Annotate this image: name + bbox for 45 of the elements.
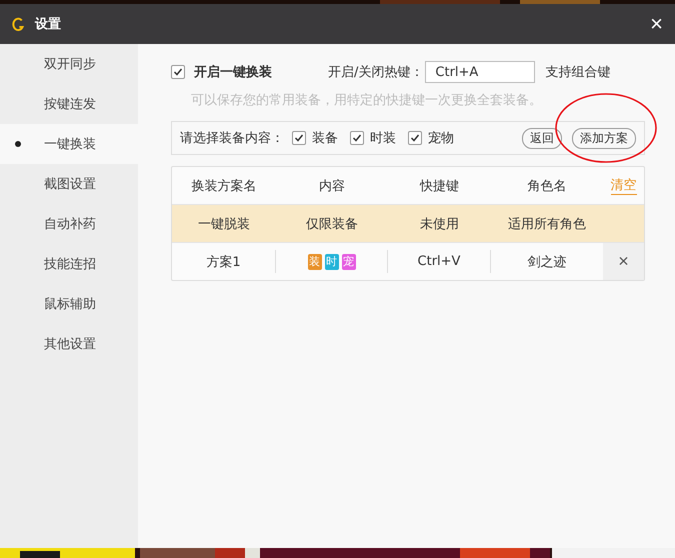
delete-button[interactable]: × [603, 243, 644, 280]
picker-label: 请选择装备内容： [180, 130, 284, 147]
content-tag: 装 [308, 254, 322, 270]
logo-icon [12, 16, 25, 32]
table-cell-text: 一键脱装 [197, 216, 251, 234]
option-label: 时装 [370, 130, 396, 147]
checkbox[interactable] [171, 65, 185, 79]
table-cell-text: 剑之迹 [526, 254, 568, 272]
enable-label: 开启一键换装 [194, 64, 272, 81]
hotkey-field[interactable]: Ctrl+A [425, 61, 536, 83]
checkbox[interactable] [292, 131, 306, 145]
table-cell-text: 仅限装备 [305, 216, 359, 234]
hint-text: 可以保存您的常用装备，用特定的快捷键一次更换全套装备。 [191, 92, 543, 110]
window-title: 设置 [35, 16, 61, 33]
sidebar-item[interactable]: 双开同步 [0, 44, 138, 84]
sidebar-item[interactable]: 技能连招 [0, 244, 138, 284]
content-tag: 时 [324, 254, 338, 270]
sidebar-item[interactable]: 按键连发 [0, 84, 138, 124]
check-icon [293, 132, 305, 144]
check-icon [409, 132, 421, 144]
checkbox[interactable] [408, 131, 422, 145]
hotkey-note: 支持组合键 [545, 64, 610, 81]
option-label: 宠物 [428, 130, 454, 147]
option-label: 装备 [312, 130, 338, 147]
pill-button[interactable]: 返回 [522, 128, 562, 148]
column-header: 快捷键 [418, 178, 460, 196]
content-tag: 宠 [342, 254, 356, 270]
column-header: 换装方案名 [190, 178, 258, 196]
check-icon [351, 132, 363, 144]
sidebar-item[interactable]: 截图设置 [0, 164, 138, 204]
column-header: 角色名 [526, 178, 568, 196]
column-header: 内容 [318, 178, 346, 196]
table-cell: 方案1 [172, 250, 276, 273]
checkbox[interactable] [350, 131, 364, 145]
table-cell-text: 未使用 [419, 216, 460, 234]
sidebar-item[interactable]: 自动补药 [0, 204, 138, 244]
table-cell-text: 适用所有角色 [507, 216, 587, 234]
hotkey-label: 开启/关闭热键： [328, 64, 424, 81]
sidebar-item[interactable]: 一键换装 [0, 124, 138, 164]
table-cell: Ctrl+V [388, 250, 491, 273]
check-icon [172, 66, 184, 78]
sidebar-item[interactable]: 其他设置 [0, 324, 138, 364]
close-button[interactable]: × [650, 13, 663, 35]
pill-button[interactable]: 添加方案 [572, 128, 636, 148]
sidebar-item[interactable]: 鼠标辅助 [0, 284, 138, 324]
